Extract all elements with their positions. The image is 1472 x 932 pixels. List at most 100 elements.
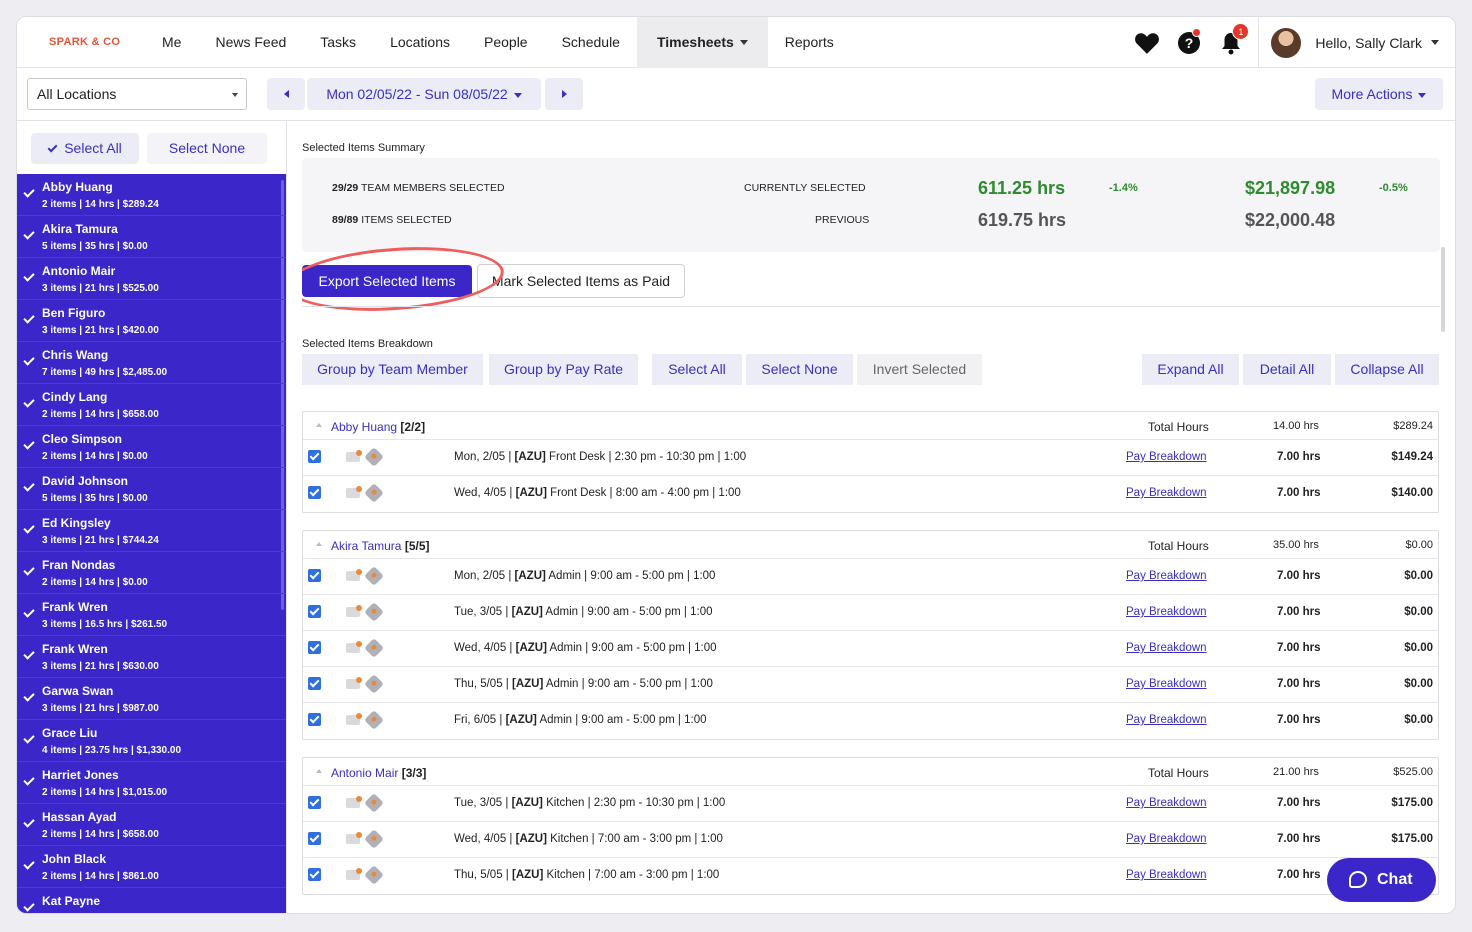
nav-tasks[interactable]: Tasks	[303, 17, 373, 68]
pay-breakdown-link[interactable]: Pay Breakdown	[1126, 797, 1207, 809]
brand-logo[interactable]: SPARK & CO	[17, 36, 145, 48]
heart-icon	[1135, 32, 1160, 54]
help-button[interactable]: ?	[1168, 17, 1210, 68]
nav-me[interactable]: Me	[145, 17, 198, 68]
date-range-picker[interactable]: Mon 02/05/22 - Sun 08/05/22	[307, 78, 541, 110]
row-checkbox[interactable]	[308, 796, 321, 809]
nav-news-feed[interactable]: News Feed	[198, 17, 303, 68]
cost-tag-icon[interactable]	[364, 638, 384, 658]
select-all-button[interactable]: Select All	[652, 354, 742, 385]
timesheet-icon[interactable]	[346, 868, 362, 880]
pay-breakdown-link[interactable]: Pay Breakdown	[1126, 869, 1207, 881]
pay-breakdown-link[interactable]: Pay Breakdown	[1126, 606, 1207, 618]
cost-tag-icon[interactable]	[364, 483, 384, 503]
sidebar-member-item[interactable]: Antonio Mair 3 items | 21 hrs | $525.00	[17, 258, 286, 300]
timesheet-icon[interactable]	[346, 486, 362, 498]
row-checkbox[interactable]	[308, 569, 321, 582]
detail-all-button[interactable]: Detail All	[1243, 354, 1331, 385]
pay-breakdown-link[interactable]: Pay Breakdown	[1126, 487, 1207, 499]
row-checkbox[interactable]	[308, 713, 321, 726]
sidebar-member-item[interactable]: Ben Figuro 3 items | 21 hrs | $420.00	[17, 300, 286, 342]
cost-tag-icon[interactable]	[364, 447, 384, 467]
cost-tag-icon[interactable]	[364, 829, 384, 849]
pay-breakdown-link[interactable]: Pay Breakdown	[1126, 714, 1207, 726]
nav-timesheets[interactable]: Timesheets	[636, 17, 768, 68]
next-week-button[interactable]	[545, 78, 583, 110]
timesheet-icon[interactable]	[346, 450, 362, 462]
group-member-link[interactable]: Antonio Mair [3/3]	[331, 766, 426, 780]
notifications-button[interactable]: 1	[1210, 17, 1252, 68]
cost-tag-icon[interactable]	[364, 674, 384, 694]
collapse-icon[interactable]	[316, 542, 322, 546]
sidebar-member-item[interactable]: Cleo Simpson 2 items | 14 hrs | $0.00	[17, 426, 286, 468]
pay-breakdown-link[interactable]: Pay Breakdown	[1126, 642, 1207, 654]
sidebar-member-item[interactable]: Grace Liu 4 items | 23.75 hrs | $1,330.00	[17, 720, 286, 762]
cost-tag-icon[interactable]	[364, 865, 384, 885]
favorites-button[interactable]	[1126, 17, 1168, 68]
cost-tag-icon[interactable]	[364, 566, 384, 586]
nav-schedule[interactable]: Schedule	[545, 17, 637, 68]
sidebar-member-item[interactable]: Cindy Lang 2 items | 14 hrs | $658.00	[17, 384, 286, 426]
group-by-member-button[interactable]: Group by Team Member	[302, 354, 483, 385]
group-member-link[interactable]: Akira Tamura [5/5]	[331, 539, 430, 553]
collapse-icon[interactable]	[316, 423, 322, 427]
sidebar-member-item[interactable]: David Johnson 5 items | 35 hrs | $0.00	[17, 468, 286, 510]
cost-tag-icon[interactable]	[364, 710, 384, 730]
cost-tag-icon[interactable]	[364, 602, 384, 622]
sidebar-member-item[interactable]: John Black 2 items | 14 hrs | $861.00	[17, 846, 286, 888]
invert-selected-button[interactable]: Invert Selected	[857, 354, 982, 385]
row-location: [AZU]	[511, 797, 543, 809]
sidebar-member-item[interactable]: Frank Wren 3 items | 21 hrs | $630.00	[17, 636, 286, 678]
sidebar-member-item[interactable]: Harriet Jones 2 items | 14 hrs | $1,015.0…	[17, 762, 286, 804]
nav-locations[interactable]: Locations	[373, 17, 467, 68]
timesheet-icon[interactable]	[346, 796, 362, 808]
collapse-icon[interactable]	[316, 769, 322, 773]
collapse-all-button[interactable]: Collapse All	[1335, 354, 1439, 385]
cost-tag-icon[interactable]	[364, 793, 384, 813]
group-member-link[interactable]: Abby Huang [2/2]	[331, 420, 425, 434]
expand-all-button[interactable]: Expand All	[1142, 354, 1239, 385]
row-detail: Kitchen | 7:00 am - 3:00 pm | 1:00	[546, 869, 720, 881]
row-checkbox[interactable]	[308, 486, 321, 499]
timesheet-icon[interactable]	[346, 677, 362, 689]
row-checkbox[interactable]	[308, 641, 321, 654]
sidebar-member-item[interactable]: Fran Nondas 2 items | 14 hrs | $0.00	[17, 552, 286, 594]
pay-breakdown-link[interactable]: Pay Breakdown	[1126, 451, 1207, 463]
main-scrollbar[interactable]	[1441, 247, 1445, 332]
timesheet-icon[interactable]	[346, 713, 362, 725]
location-select[interactable]: All Locations	[27, 78, 247, 110]
nav-people[interactable]: People	[467, 17, 545, 68]
row-checkbox[interactable]	[308, 677, 321, 690]
nav-reports[interactable]: Reports	[768, 17, 851, 68]
timesheet-icon[interactable]	[346, 569, 362, 581]
group-by-rate-button[interactable]: Group by Pay Rate	[489, 354, 638, 385]
row-checkbox[interactable]	[308, 868, 321, 881]
user-menu[interactable]: Hello, Sally Clark	[1258, 17, 1455, 68]
pay-breakdown-link[interactable]: Pay Breakdown	[1126, 833, 1207, 845]
timesheet-icon[interactable]	[346, 605, 362, 617]
row-checkbox[interactable]	[308, 605, 321, 618]
row-checkbox[interactable]	[308, 832, 321, 845]
timesheet-icon[interactable]	[346, 641, 362, 653]
sidebar-member-item[interactable]: Akira Tamura 5 items | 35 hrs | $0.00	[17, 216, 286, 258]
sidebar-select-none-button[interactable]: Select None	[147, 132, 267, 164]
row-checkbox[interactable]	[308, 450, 321, 463]
sidebar-member-item[interactable]: Chris Wang 7 items | 49 hrs | $2,485.00	[17, 342, 286, 384]
pay-breakdown-link[interactable]: Pay Breakdown	[1126, 678, 1207, 690]
sidebar-member-item[interactable]: Frank Wren 3 items | 16.5 hrs | $261.50	[17, 594, 286, 636]
member-summary: 3 items | 21 hrs | $630.00	[42, 661, 159, 672]
sidebar-member-item[interactable]: Garwa Swan 3 items | 21 hrs | $987.00	[17, 678, 286, 720]
pay-breakdown-link[interactable]: Pay Breakdown	[1126, 570, 1207, 582]
sidebar-member-item[interactable]: Kat Payne	[17, 888, 286, 913]
select-none-button[interactable]: Select None	[746, 354, 853, 385]
sidebar-member-item[interactable]: Hassan Ayad 2 items | 14 hrs | $658.00	[17, 804, 286, 846]
more-actions-button[interactable]: More Actions	[1315, 78, 1443, 110]
prev-week-button[interactable]	[267, 78, 305, 110]
mark-paid-button[interactable]: Mark Selected Items as Paid	[477, 264, 685, 298]
sidebar-member-item[interactable]: Ed Kingsley 3 items | 21 hrs | $744.24	[17, 510, 286, 552]
timesheet-icon[interactable]	[346, 832, 362, 844]
sidebar-select-all-button[interactable]: Select All	[31, 132, 139, 164]
select-all-label: Select All	[64, 139, 122, 156]
chat-button[interactable]: Chat	[1327, 858, 1436, 902]
sidebar-member-item[interactable]: Abby Huang 2 items | 14 hrs | $289.24	[17, 174, 286, 216]
